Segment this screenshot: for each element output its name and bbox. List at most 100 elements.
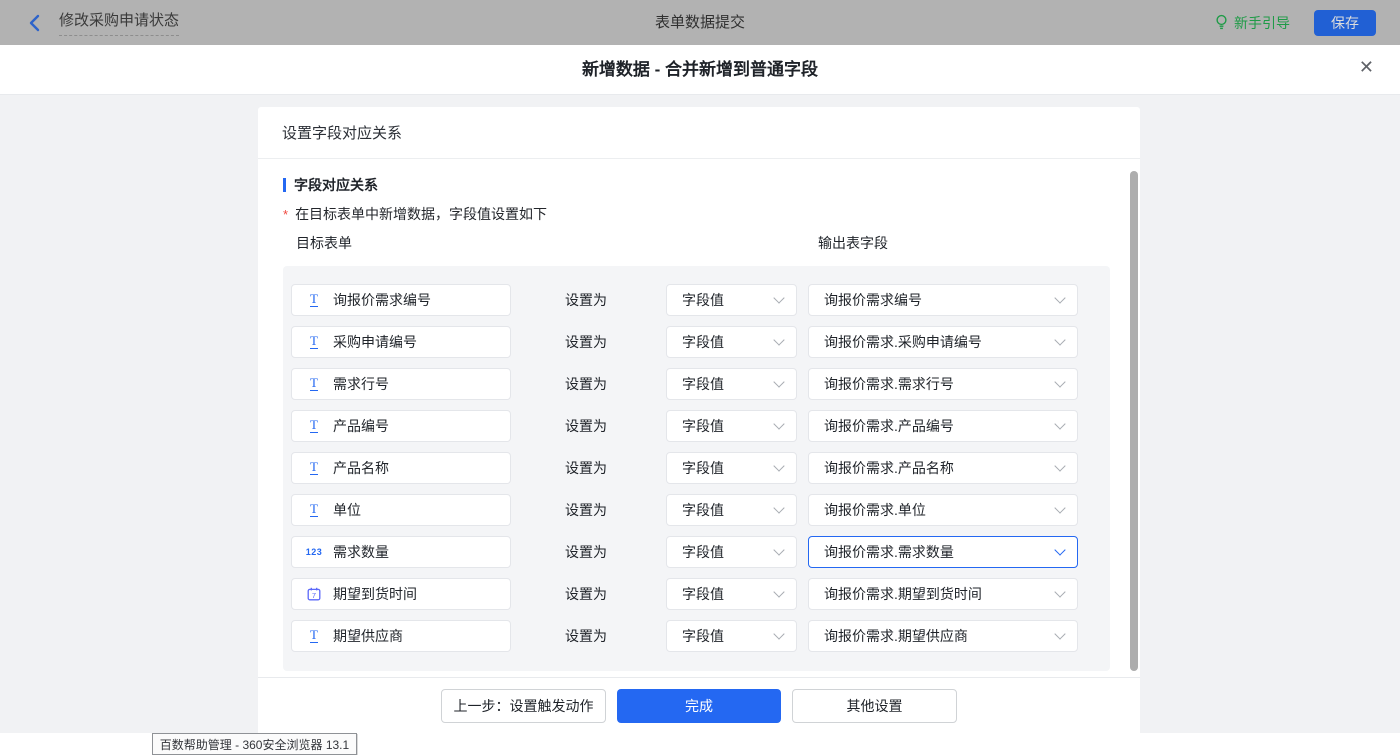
- lightbulb-icon: [1215, 14, 1228, 31]
- modal-title: 新增数据 - 合并新增到普通字段: [0, 45, 1400, 94]
- value-type-select[interactable]: 字段值: [666, 494, 797, 526]
- output-field-text: 询报价需求.期望到货时间: [824, 584, 982, 604]
- card-title: 设置字段对应关系: [258, 107, 1140, 159]
- field-mapping-card: 设置字段对应关系 字段对应关系 * 在目标表单中新增数据，字段值设置如下 目标表单…: [258, 107, 1140, 733]
- mapping-row: T 期望供应商 设置为 字段值 询报价需求.期望供应商: [283, 620, 1110, 652]
- close-icon[interactable]: ✕: [1359, 58, 1374, 76]
- section-title: 字段对应关系: [283, 175, 378, 195]
- page-title: 表单数据提交: [0, 0, 1400, 45]
- output-field-select[interactable]: 询报价需求.期望供应商: [808, 620, 1078, 652]
- target-field-box[interactable]: 7 期望到货时间: [291, 578, 511, 610]
- chevron-down-icon: [773, 586, 784, 597]
- required-asterisk: *: [283, 207, 288, 222]
- output-field-select[interactable]: 询报价需求.需求行号: [808, 368, 1078, 400]
- target-field-label: 产品名称: [333, 458, 389, 478]
- browser-status-tooltip: 百数帮助管理 - 360安全浏览器 13.1: [152, 733, 357, 755]
- column-header-target-form: 目标表单: [296, 233, 352, 253]
- number-field-icon: 123: [306, 547, 322, 557]
- chevron-down-icon: [773, 334, 784, 345]
- chevron-down-icon: [773, 418, 784, 429]
- mapping-row: T 询报价需求编号 设置为 字段值 询报价需求编号: [283, 284, 1110, 316]
- other-settings-button[interactable]: 其他设置: [792, 689, 957, 723]
- required-note: * 在目标表单中新增数据，字段值设置如下: [283, 204, 547, 224]
- set-as-label: 设置为: [565, 326, 607, 358]
- target-field-box[interactable]: T 询报价需求编号: [291, 284, 511, 316]
- value-type-text: 字段值: [682, 584, 724, 604]
- value-type-select[interactable]: 字段值: [666, 536, 797, 568]
- set-as-label: 设置为: [565, 368, 607, 400]
- set-as-label: 设置为: [565, 578, 607, 610]
- target-field-label: 单位: [333, 500, 361, 520]
- chevron-down-icon: [1054, 586, 1065, 597]
- value-type-select[interactable]: 字段值: [666, 620, 797, 652]
- mapping-row: T 单位 设置为 字段值 询报价需求.单位: [283, 494, 1110, 526]
- previous-step-button[interactable]: 上一步：设置触发动作: [441, 689, 606, 723]
- modal-body: 设置字段对应关系 字段对应关系 * 在目标表单中新增数据，字段值设置如下 目标表单…: [0, 95, 1400, 755]
- target-field-box[interactable]: T 产品名称: [291, 452, 511, 484]
- save-button[interactable]: 保存: [1314, 10, 1376, 36]
- flow-name-label[interactable]: 修改采购申请状态: [59, 9, 179, 36]
- value-type-text: 字段值: [682, 332, 724, 352]
- value-type-text: 字段值: [682, 542, 724, 562]
- value-type-text: 字段值: [682, 626, 724, 646]
- chevron-down-icon: [1054, 292, 1065, 303]
- mapping-row: T 产品名称 设置为 字段值 询报价需求.产品名称: [283, 452, 1110, 484]
- target-field-label: 采购申请编号: [333, 332, 417, 352]
- chevron-down-icon: [1054, 376, 1065, 387]
- value-type-select[interactable]: 字段值: [666, 284, 797, 316]
- text-field-icon: T: [306, 419, 322, 433]
- output-field-select[interactable]: 询报价需求.产品编号: [808, 410, 1078, 442]
- scrollbar-thumb[interactable]: [1130, 171, 1138, 671]
- chevron-down-icon: [773, 628, 784, 639]
- target-field-box[interactable]: T 产品编号: [291, 410, 511, 442]
- beginner-guide-label: 新手引导: [1234, 13, 1290, 33]
- target-field-box[interactable]: T 采购申请编号: [291, 326, 511, 358]
- topbar-left: 修改采购申请状态: [28, 0, 179, 45]
- value-type-select[interactable]: 字段值: [666, 410, 797, 442]
- output-field-select[interactable]: 询报价需求.期望到货时间: [808, 578, 1078, 610]
- value-type-select[interactable]: 字段值: [666, 578, 797, 610]
- back-chevron-icon[interactable]: [28, 14, 41, 32]
- output-field-text: 询报价需求.产品名称: [824, 458, 954, 478]
- output-field-text: 询报价需求.采购申请编号: [824, 332, 982, 352]
- text-field-icon: T: [306, 335, 322, 349]
- target-field-label: 询报价需求编号: [333, 290, 431, 310]
- card-body: 字段对应关系 *在目标表单中新增数据，字段值设置如下 目标表单 输出表字段 T …: [258, 159, 1140, 676]
- value-type-select[interactable]: 字段值: [666, 326, 797, 358]
- value-type-select[interactable]: 字段值: [666, 368, 797, 400]
- svg-text:7: 7: [312, 591, 316, 600]
- finish-button[interactable]: 完成: [617, 689, 781, 723]
- mapping-row: T 产品编号 设置为 字段值 询报价需求.产品编号: [283, 410, 1110, 442]
- note-text: 在目标表单中新增数据，字段值设置如下: [295, 206, 547, 222]
- set-as-label: 设置为: [565, 494, 607, 526]
- top-bar: 修改采购申请状态 表单数据提交 新手引导 保存: [0, 0, 1400, 45]
- value-type-select[interactable]: 字段值: [666, 452, 797, 484]
- chevron-down-icon: [1054, 502, 1065, 513]
- target-field-box[interactable]: T 期望供应商: [291, 620, 511, 652]
- beginner-guide-link[interactable]: 新手引导: [1215, 13, 1290, 33]
- output-field-select[interactable]: 询报价需求.需求数量: [808, 536, 1078, 568]
- chevron-down-icon: [773, 502, 784, 513]
- value-type-text: 字段值: [682, 458, 724, 478]
- output-field-text: 询报价需求.需求行号: [824, 374, 954, 394]
- output-field-select[interactable]: 询报价需求.单位: [808, 494, 1078, 526]
- output-field-text: 询报价需求.产品编号: [824, 416, 954, 436]
- output-field-select[interactable]: 询报价需求.产品名称: [808, 452, 1078, 484]
- chevron-down-icon: [1054, 334, 1065, 345]
- set-as-label: 设置为: [565, 536, 607, 568]
- output-field-text: 询报价需求.期望供应商: [824, 626, 968, 646]
- target-field-box[interactable]: 123 需求数量: [291, 536, 511, 568]
- section-title-label: 字段对应关系: [294, 175, 378, 195]
- target-field-label: 期望供应商: [333, 626, 403, 646]
- value-type-text: 字段值: [682, 290, 724, 310]
- target-field-label: 产品编号: [333, 416, 389, 436]
- mapping-row: 7 期望到货时间 设置为 字段值 询报价需求.期望到货时间: [283, 578, 1110, 610]
- output-field-select[interactable]: 询报价需求.采购申请编号: [808, 326, 1078, 358]
- output-field-select[interactable]: 询报价需求编号: [808, 284, 1078, 316]
- target-field-box[interactable]: T 需求行号: [291, 368, 511, 400]
- target-field-box[interactable]: T 单位: [291, 494, 511, 526]
- set-as-label: 设置为: [565, 452, 607, 484]
- chevron-down-icon: [773, 292, 784, 303]
- set-as-label: 设置为: [565, 284, 607, 316]
- text-field-icon: T: [306, 503, 322, 517]
